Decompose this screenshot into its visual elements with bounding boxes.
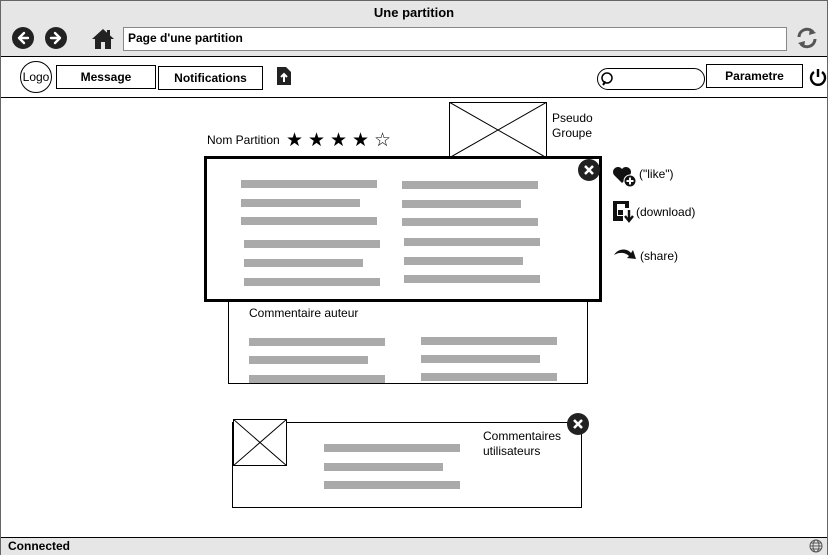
message-button[interactable]: Message: [56, 65, 156, 89]
home-button[interactable]: [91, 27, 115, 51]
popup-text-line: [404, 275, 540, 283]
author-text-line: [249, 375, 385, 383]
user-comments-label-2: utilisateurs: [483, 444, 541, 458]
groupe-label: Groupe: [552, 126, 593, 140]
close-icon: [584, 165, 594, 175]
share-button[interactable]: [613, 246, 637, 264]
popup-text-line: [241, 180, 377, 188]
group-image-placeholder: [448, 101, 548, 159]
rating-stars[interactable]: ★ ★ ★ ★ ☆: [286, 131, 396, 151]
popup-text-line: [244, 259, 363, 267]
pseudo-label: Pseudo: [552, 111, 593, 125]
arrow-right-icon: [49, 31, 62, 45]
author-text-line: [249, 338, 385, 346]
notifications-button[interactable]: Notifications: [158, 66, 263, 90]
popup-text-line: [404, 257, 523, 265]
like-button[interactable]: [612, 164, 637, 188]
share-arrow-icon: [614, 249, 636, 259]
author-text-line: [421, 373, 557, 381]
logo[interactable]: Logo: [20, 61, 52, 93]
user-comments-close-button[interactable]: [567, 413, 589, 435]
star-filled-icon[interactable]: ★: [352, 131, 374, 151]
popup-text-line: [244, 278, 380, 286]
forward-button[interactable]: [45, 27, 67, 49]
star-empty-icon[interactable]: ☆: [374, 131, 396, 151]
refresh-button[interactable]: [795, 26, 819, 50]
search-icon: [600, 71, 616, 87]
author-text-line: [421, 355, 540, 363]
globe-icon: [809, 539, 823, 553]
status-bar: [1, 537, 827, 555]
user-comments-label-1: Commentaires: [483, 429, 562, 443]
author-text-line: [421, 337, 557, 345]
popup-close-button[interactable]: [578, 159, 600, 181]
popup-text-line: [402, 181, 538, 189]
like-label: ("like"): [639, 167, 674, 181]
popup-text-line: [241, 217, 377, 225]
power-button[interactable]: [809, 68, 827, 86]
author-comment-label: Commentaire auteur: [249, 306, 359, 320]
file-upload-icon: [277, 67, 291, 85]
user-comment-line: [324, 463, 443, 471]
popup-text-line: [241, 199, 360, 207]
star-filled-icon[interactable]: ★: [330, 131, 352, 151]
upload-file-button[interactable]: [276, 66, 292, 86]
star-filled-icon[interactable]: ★: [286, 131, 308, 151]
popup-text-line: [404, 238, 540, 246]
download-icon: [613, 201, 634, 223]
close-icon: [573, 419, 583, 429]
partition-name: Nom Partition: [207, 133, 280, 147]
arrow-left-icon: [17, 31, 30, 45]
author-text-line: [249, 356, 368, 364]
home-icon: [92, 29, 114, 49]
back-button[interactable]: [12, 27, 34, 49]
parametre-button[interactable]: Parametre: [706, 64, 803, 88]
heart-plus-icon: [613, 167, 637, 188]
popup-text-line: [402, 218, 538, 226]
download-button[interactable]: [612, 200, 636, 224]
star-filled-icon[interactable]: ★: [308, 131, 330, 151]
address-bar[interactable]: Page d'une partition: [123, 27, 787, 51]
popup-text-line: [244, 240, 380, 248]
share-label: (share): [640, 249, 679, 263]
power-icon: [809, 69, 827, 86]
window-title: Une partition: [373, 5, 455, 20]
user-comment-line: [324, 444, 460, 452]
popup-text-line: [402, 200, 521, 208]
connection-status: Connected: [8, 539, 71, 553]
user-comment-line: [324, 481, 460, 489]
user-avatar-placeholder: [232, 418, 288, 467]
refresh-icon: [797, 27, 817, 49]
download-label: (download): [636, 205, 696, 219]
